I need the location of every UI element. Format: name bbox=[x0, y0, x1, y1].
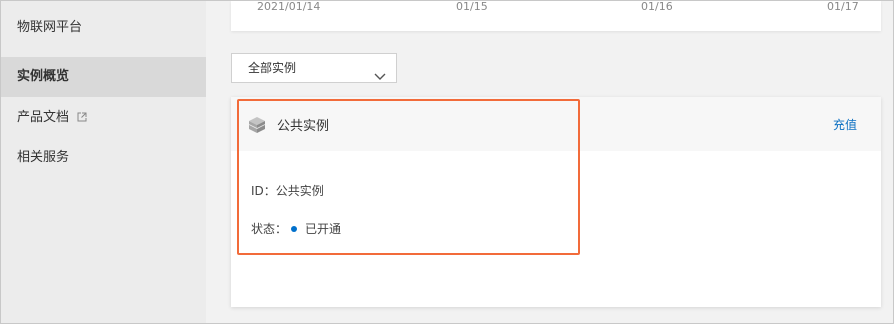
instance-status-label: 状态： bbox=[251, 222, 288, 236]
instance-status-value: 已开通 bbox=[305, 222, 342, 236]
sidebar-item-label: 实例概览 bbox=[17, 69, 70, 84]
x-tick-label: 2021/01/14 bbox=[257, 0, 321, 13]
instance-card[interactable]: 公共实例 充值 ID：公共实例 状态： 已开通 bbox=[231, 97, 881, 307]
instance-status-row: 状态： 已开通 bbox=[251, 220, 341, 237]
chevron-down-icon bbox=[374, 63, 386, 80]
sidebar-item-related-services[interactable]: 相关服务 bbox=[1, 138, 206, 178]
main-content: 2021/01/14 01/15 01/16 01/17 全部实例 公共实例 充… bbox=[207, 1, 893, 323]
status-dot-icon bbox=[291, 226, 298, 232]
instance-id-label: ID： bbox=[251, 184, 276, 198]
instance-filter-select[interactable]: 全部实例 bbox=[231, 53, 397, 83]
x-tick-label: 01/17 bbox=[827, 0, 859, 13]
sidebar-item-label: 产品文档 bbox=[17, 110, 70, 125]
chart-x-axis: 2021/01/14 01/15 01/16 01/17 bbox=[231, 1, 881, 31]
sidebar-title: 物联网平台 bbox=[17, 20, 83, 35]
external-link-icon bbox=[77, 99, 87, 122]
sidebar: 物联网平台 实例概览 产品文档 相关服务 bbox=[1, 1, 206, 323]
instance-card-header: 公共实例 充值 bbox=[231, 97, 881, 151]
x-tick-label: 01/15 bbox=[456, 0, 488, 13]
app-frame: 物联网平台 实例概览 产品文档 相关服务 2021/01/14 01/15 01… bbox=[0, 0, 894, 324]
instance-filter-value: 全部实例 bbox=[248, 61, 297, 75]
instance-id-row: ID：公共实例 bbox=[251, 182, 324, 199]
recharge-link[interactable]: 充值 bbox=[833, 116, 857, 133]
instance-id-value: 公共实例 bbox=[275, 184, 324, 198]
x-tick-label: 01/16 bbox=[641, 0, 673, 13]
sidebar-item-product-docs[interactable]: 产品文档 bbox=[1, 98, 206, 138]
sidebar-item-instance-overview[interactable]: 实例概览 bbox=[1, 57, 206, 97]
instance-card-title: 公共实例 bbox=[277, 119, 330, 134]
sidebar-item-label: 相关服务 bbox=[17, 150, 70, 165]
cube-icon bbox=[247, 115, 267, 135]
